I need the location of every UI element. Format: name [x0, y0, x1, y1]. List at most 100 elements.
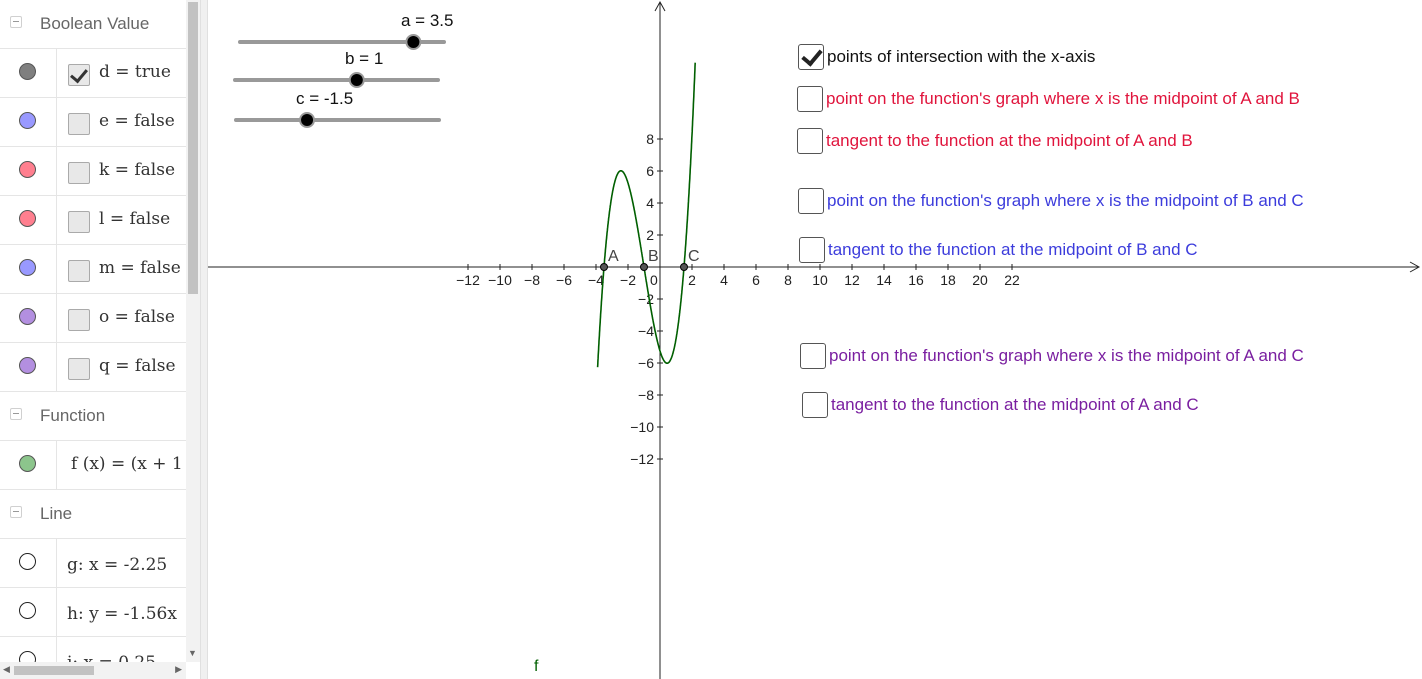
checkbox-label[interactable]: point on the function's graph where x is… [827, 191, 1304, 211]
function-definition[interactable]: f (x) = (x + 1 [71, 454, 183, 474]
checkbox-label[interactable]: tangent to the function at the midpoint … [826, 131, 1193, 151]
line-definition[interactable]: h: y = -1.56x [67, 604, 177, 624]
algebra-item-boolean[interactable]: d = true✕ [0, 49, 186, 98]
visibility-marble[interactable] [19, 259, 36, 276]
line-definition[interactable]: g: x = -2.25 [67, 555, 167, 575]
checkbox-label[interactable]: point on the function's graph where x is… [826, 89, 1300, 109]
scrollbar-thumb[interactable] [188, 2, 198, 294]
algebra-item-line[interactable]: g: x = -2.25✕ [0, 539, 186, 588]
boolean-definition[interactable]: e = false [99, 111, 175, 131]
visibility-marble[interactable] [19, 112, 36, 129]
checkbox-box[interactable] [797, 86, 823, 112]
algebra-item-boolean[interactable]: k = false✕ [0, 147, 186, 196]
intersection-point-a[interactable] [600, 263, 608, 271]
slider-c-knob[interactable] [299, 112, 316, 128]
boolean-checkbox[interactable] [68, 162, 90, 184]
algebra-item-content[interactable]: f (x) = (x + 1 ✕ [57, 441, 186, 489]
scroll-left-arrow-icon[interactable]: ◀ [3, 664, 10, 675]
graph-checkbox[interactable]: point on the function's graph where x is… [798, 188, 1304, 214]
group-header-line[interactable]: Line [0, 490, 186, 539]
graph-checkbox[interactable]: point on the function's graph where x is… [797, 86, 1300, 112]
function-graph-f[interactable] [596, 62, 696, 368]
graphics-view[interactable]: −12 −10 −8 −6 −4 −2 0 2 4 6 8 10 12 14 16 18 20 22 8 6 4 2 −2… [208, 0, 1422, 679]
algebra-item-content[interactable]: o = false✕ [57, 294, 186, 342]
graph-checkbox[interactable]: tangent to the function at the midpoint … [797, 128, 1193, 154]
group-title: Line [40, 504, 73, 523]
graph-checkbox[interactable]: tangent to the function at the midpoint … [799, 237, 1198, 263]
horizontal-scrollbar[interactable]: ◀ ▶ [0, 662, 186, 679]
checkbox-box[interactable] [799, 237, 825, 263]
x-tick-label: 10 [812, 272, 828, 288]
boolean-checkbox[interactable] [68, 358, 90, 380]
visibility-marble[interactable] [19, 210, 36, 227]
x-tick-label: 20 [972, 272, 988, 288]
algebra-list: Boolean Value d = true✕e = false✕k = fal… [0, 0, 186, 679]
algebra-item-function[interactable]: f (x) = (x + 1 ✕ [0, 441, 186, 490]
checkbox-label[interactable]: points of intersection with the x-axis [827, 47, 1095, 67]
visibility-marble[interactable] [19, 63, 36, 80]
boolean-definition[interactable]: q = false [99, 356, 176, 376]
boolean-checkbox[interactable] [68, 113, 90, 135]
intersection-point-c[interactable] [680, 263, 688, 271]
algebra-item-content[interactable]: l = false✕ [57, 196, 186, 244]
marble-cell [0, 98, 57, 146]
algebra-item-content[interactable]: d = true✕ [57, 49, 186, 97]
checkbox-label[interactable]: tangent to the function at the midpoint … [831, 395, 1199, 415]
intersection-point-b[interactable] [640, 263, 648, 271]
collapse-icon[interactable] [10, 408, 22, 420]
checkbox-label[interactable]: tangent to the function at the midpoint … [828, 240, 1198, 260]
marble-cell [0, 539, 57, 587]
graph-checkbox[interactable]: points of intersection with the x-axis [798, 44, 1095, 70]
collapse-icon[interactable] [10, 506, 22, 518]
algebra-item-content[interactable]: k = false✕ [57, 147, 186, 195]
boolean-checkbox[interactable] [68, 64, 90, 86]
checkbox-box[interactable] [802, 392, 828, 418]
scroll-down-arrow-icon[interactable]: ▼ [188, 648, 197, 658]
visibility-marble[interactable] [19, 455, 36, 472]
visibility-marble[interactable] [19, 553, 36, 570]
boolean-definition[interactable]: k = false [99, 160, 175, 180]
boolean-checkbox[interactable] [68, 309, 90, 331]
boolean-definition[interactable]: m = false [99, 258, 181, 278]
boolean-definition[interactable]: l = false [99, 209, 170, 229]
algebra-item-content[interactable]: h: y = -1.56x✕ [57, 588, 186, 636]
y-tick-label: −4 [638, 323, 654, 339]
algebra-item-content[interactable]: e = false✕ [57, 98, 186, 146]
collapse-icon[interactable] [10, 16, 22, 28]
vertical-scrollbar[interactable]: ▼ [186, 0, 200, 662]
algebra-item-boolean[interactable]: l = false✕ [0, 196, 186, 245]
boolean-checkbox[interactable] [68, 211, 90, 233]
slider-a-knob[interactable] [405, 34, 422, 50]
graph-checkbox[interactable]: point on the function's graph where x is… [800, 343, 1304, 369]
visibility-marble[interactable] [19, 161, 36, 178]
group-title: Function [40, 406, 106, 425]
graph-checkbox[interactable]: tangent to the function at the midpoint … [802, 392, 1199, 418]
algebra-item-boolean[interactable]: o = false✕ [0, 294, 186, 343]
algebra-item-boolean[interactable]: e = false✕ [0, 98, 186, 147]
scroll-right-arrow-icon[interactable]: ▶ [175, 664, 182, 675]
scrollbar-thumb[interactable] [14, 666, 94, 675]
group-header-function[interactable]: Function [0, 392, 186, 441]
algebra-item-content[interactable]: q = false✕ [57, 343, 186, 391]
slider-b-knob[interactable] [348, 72, 365, 88]
view-divider[interactable] [200, 0, 208, 679]
checkbox-box[interactable] [800, 343, 826, 369]
visibility-marble[interactable] [19, 308, 36, 325]
visibility-marble[interactable] [19, 602, 36, 619]
algebra-item-content[interactable]: m = false✕ [57, 245, 186, 293]
checkbox-box[interactable] [798, 44, 824, 70]
visibility-marble[interactable] [19, 357, 36, 374]
algebra-item-line[interactable]: h: y = -1.56x✕ [0, 588, 186, 637]
slider-c-label: c = -1.5 [296, 89, 353, 108]
group-header-boolean[interactable]: Boolean Value [0, 0, 186, 49]
checkbox-box[interactable] [798, 188, 824, 214]
boolean-definition[interactable]: d = true [99, 62, 171, 82]
algebra-view: Boolean Value d = true✕e = false✕k = fal… [0, 0, 200, 679]
algebra-item-boolean[interactable]: q = false✕ [0, 343, 186, 392]
algebra-item-boolean[interactable]: m = false✕ [0, 245, 186, 294]
boolean-checkbox[interactable] [68, 260, 90, 282]
checkbox-label[interactable]: point on the function's graph where x is… [829, 346, 1304, 366]
algebra-item-content[interactable]: g: x = -2.25✕ [57, 539, 186, 587]
boolean-definition[interactable]: o = false [99, 307, 175, 327]
checkbox-box[interactable] [797, 128, 823, 154]
